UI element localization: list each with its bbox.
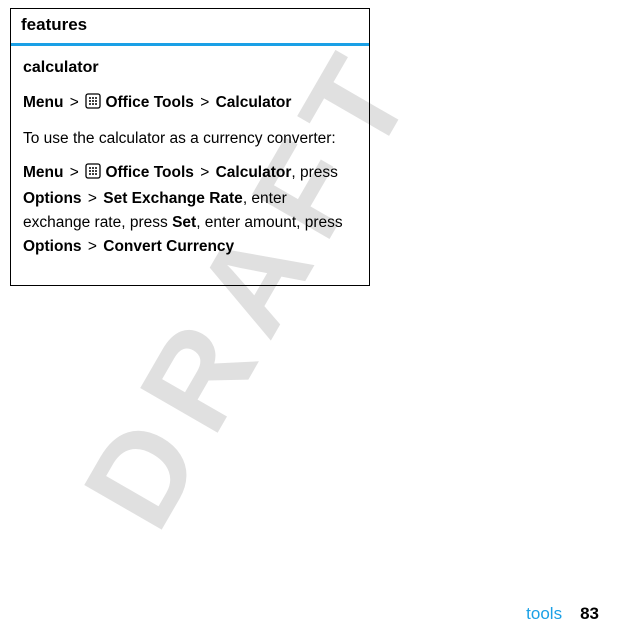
office-tools-label: Office Tools — [105, 94, 193, 111]
menu-icon — [85, 93, 101, 117]
options-label: Options — [23, 238, 82, 255]
description: To use the calculator as a currency conv… — [23, 127, 357, 151]
menu-icon — [85, 163, 101, 187]
page-footer: tools 83 — [526, 604, 599, 624]
features-table: features calculator Menu > Office Tools … — [10, 8, 370, 286]
table-body: calculator Menu > Office Tools > Calcula… — [11, 46, 369, 285]
section-name: tools — [526, 604, 562, 623]
nav-path-1: Menu > Office Tools > Calculator — [23, 91, 357, 117]
separator: > — [200, 94, 209, 111]
convert-currency-label: Convert Currency — [103, 238, 234, 255]
separator: > — [70, 94, 79, 111]
row-title: calculator — [23, 56, 357, 81]
office-tools-label: Office Tools — [105, 164, 193, 181]
table-header: features — [11, 9, 369, 46]
nav-path-2: Menu > Office Tools > Calculator, press … — [23, 161, 357, 259]
menu-label: Menu — [23, 94, 63, 111]
calculator-label: Calculator — [216, 94, 292, 111]
set-label: Set — [172, 214, 196, 231]
options-label: Options — [23, 190, 82, 207]
separator: > — [88, 238, 97, 255]
text: , press — [291, 164, 338, 181]
set-exchange-rate-label: Set Exchange Rate — [103, 190, 243, 207]
separator: > — [200, 164, 209, 181]
text: , enter amount, press — [196, 214, 342, 231]
menu-label: Menu — [23, 164, 63, 181]
calculator-label: Calculator — [216, 164, 292, 181]
separator: > — [88, 190, 97, 207]
page-number: 83 — [580, 604, 599, 623]
separator: > — [70, 164, 79, 181]
